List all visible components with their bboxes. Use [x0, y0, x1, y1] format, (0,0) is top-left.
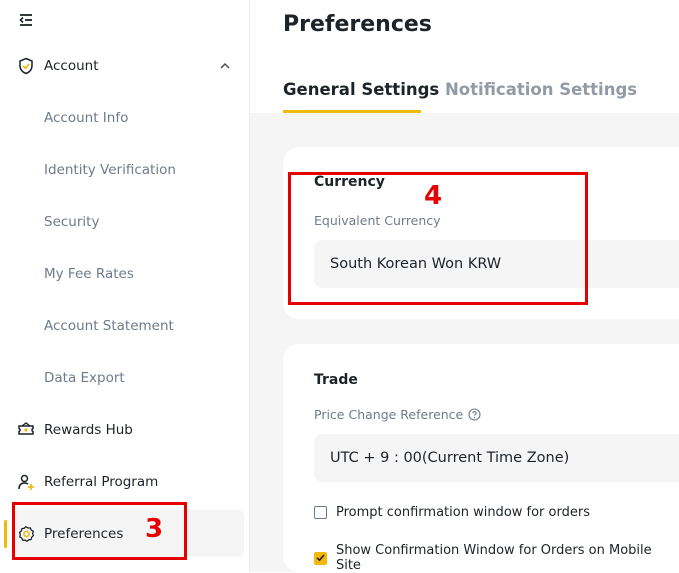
price-change-reference-label: Price Change Reference — [314, 407, 481, 422]
mobile-confirmation-checkbox[interactable] — [314, 551, 327, 565]
sidebar-item-label: Security — [44, 214, 100, 230]
sidebar-item-label: Account Statement — [44, 318, 174, 334]
checkbox-label: Prompt confirmation window for orders — [336, 505, 590, 520]
sidebar-item-label: Identity Verification — [44, 162, 176, 178]
collapse-menu-icon[interactable] — [16, 10, 36, 30]
select-value: UTC + 9 : 00(Current Time Zone) — [330, 450, 570, 466]
sidebar-item-account-info[interactable]: Account Info — [0, 98, 249, 138]
sidebar-item-data-export[interactable]: Data Export — [0, 358, 249, 398]
ticket-icon — [18, 422, 34, 435]
sidebar-item-security[interactable]: Security — [0, 202, 249, 242]
sidebar: Account Account Info Identity Verificati… — [0, 0, 250, 572]
trade-title: Trade — [314, 372, 358, 388]
trade-card: Trade Price Change Reference UTC + 9 : 0… — [283, 344, 679, 573]
sidebar-item-label: My Fee Rates — [44, 266, 134, 282]
annotation-number-3: 3 — [145, 514, 164, 544]
sidebar-item-my-fee-rates[interactable]: My Fee Rates — [0, 254, 249, 294]
sidebar-item-referral-program[interactable]: Referral Program — [0, 462, 249, 502]
checkmark-icon — [315, 554, 325, 562]
chevron-up-icon[interactable] — [218, 59, 232, 73]
sidebar-item-rewards-hub[interactable]: Rewards Hub — [0, 410, 249, 450]
sidebar-item-label: Data Export — [44, 370, 125, 386]
sidebar-item-label: Account Info — [44, 110, 129, 126]
page-title: Preferences — [283, 12, 432, 37]
sidebar-item-label: Account — [44, 58, 99, 74]
tab-general-settings[interactable]: General Settings — [283, 80, 439, 99]
sidebar-item-account[interactable]: Account — [0, 46, 249, 86]
price-change-reference-select[interactable]: UTC + 9 : 00(Current Time Zone) — [314, 434, 679, 482]
shield-check-icon — [19, 57, 33, 75]
sidebar-item-label: Rewards Hub — [44, 422, 133, 438]
user-plus-icon — [18, 474, 34, 490]
sidebar-item-account-statement[interactable]: Account Statement — [0, 306, 249, 346]
checkbox-label: Show Confirmation Window for Orders on M… — [335, 543, 652, 573]
mobile-confirmation-option[interactable]: Show Confirmation Window for Orders on M… — [314, 543, 679, 573]
annotation-number-4: 4 — [424, 181, 443, 211]
question-circle-icon[interactable] — [468, 408, 481, 421]
sidebar-item-label: Referral Program — [44, 474, 159, 490]
sidebar-item-identity-verification[interactable]: Identity Verification — [0, 150, 249, 190]
field-label-text: Price Change Reference — [314, 407, 464, 422]
prompt-confirmation-option[interactable]: Prompt confirmation window for orders — [314, 505, 590, 520]
tab-notification-settings[interactable]: Notification Settings — [445, 80, 637, 99]
prompt-confirmation-checkbox[interactable] — [314, 506, 327, 519]
